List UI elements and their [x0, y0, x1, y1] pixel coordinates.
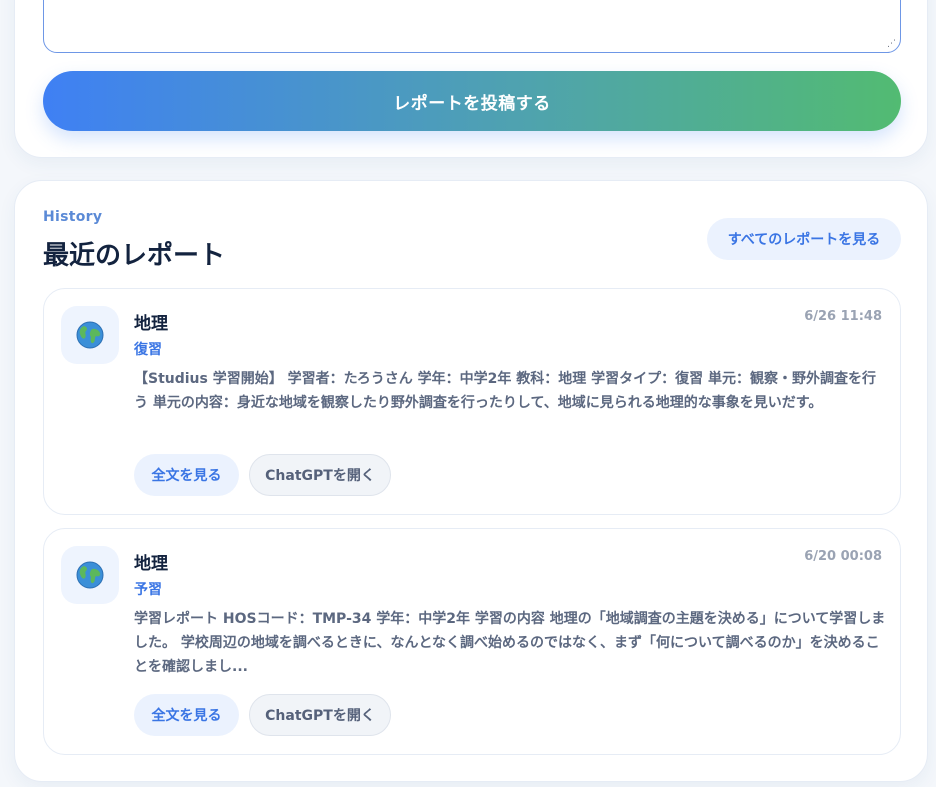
report-item: 地理 予習 6/20 00:08 学習レポート HOSコード：TMP-34 学年… — [43, 528, 901, 755]
report-timestamp: 6/20 00:08 — [804, 549, 882, 564]
submit-report-button[interactable]: レポートを投稿する — [43, 71, 901, 131]
report-form-card: ⋰ レポートを投稿する — [14, 0, 928, 158]
section-title: 最近のレポート — [43, 241, 226, 271]
report-type: 復習 — [134, 342, 162, 358]
report-item: 地理 復習 6/26 11:48 【Studius 学習開始】 学習者：たろうさ… — [43, 288, 901, 515]
report-timestamp: 6/26 11:48 — [804, 309, 882, 324]
report-subject: 地理 — [134, 554, 168, 574]
history-card: History 最近のレポート すべてのレポートを見る 地理 復習 6/26 1… — [14, 180, 928, 782]
section-eyebrow: History — [43, 209, 103, 225]
resize-grip-icon[interactable]: ⋰ — [887, 39, 897, 49]
open-chatgpt-button[interactable]: ChatGPTを開く — [249, 454, 391, 496]
globe-icon — [61, 306, 119, 364]
report-subject: 地理 — [134, 314, 168, 334]
globe-icon — [61, 546, 119, 604]
report-textarea[interactable] — [43, 0, 901, 53]
report-excerpt: 【Studius 学習開始】 学習者：たろうさん 学年：中学2年 教科：地理 学… — [134, 371, 877, 411]
view-fulltext-button[interactable]: 全文を見る — [134, 694, 239, 736]
open-chatgpt-button[interactable]: ChatGPTを開く — [249, 694, 391, 736]
view-all-reports-button[interactable]: すべてのレポートを見る — [707, 218, 901, 260]
report-type: 予習 — [134, 582, 162, 598]
report-excerpt: 学習レポート HOSコード：TMP-34 学年：中学2年 学習の内容 地理の「地… — [134, 611, 886, 675]
view-fulltext-button[interactable]: 全文を見る — [134, 454, 239, 496]
page: ⋰ レポートを投稿する History 最近のレポート すべてのレポートを見る … — [0, 0, 936, 787]
